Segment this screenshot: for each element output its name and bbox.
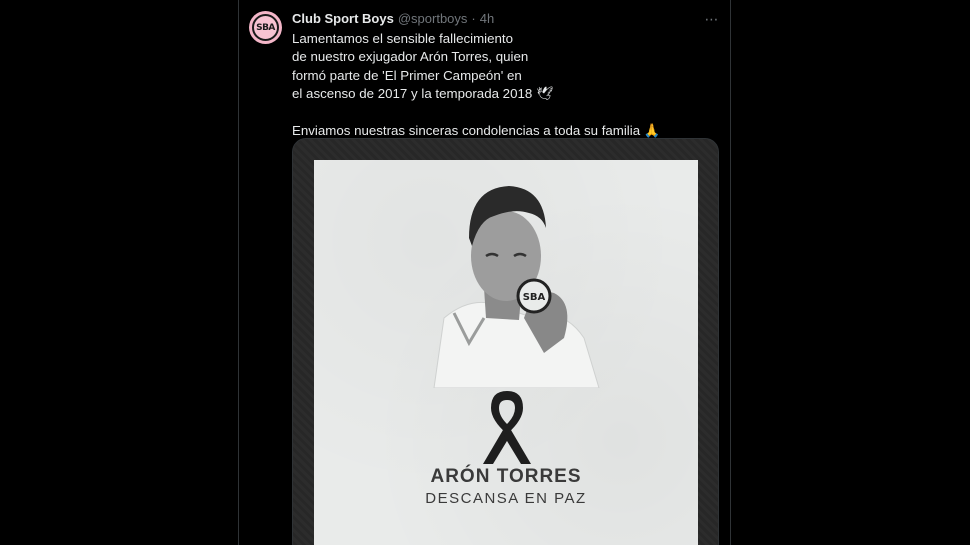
mourning-ribbon-icon	[483, 391, 531, 464]
tweet-text-line: el ascenso de 2017 y la temporada 2018 🕊	[292, 86, 553, 102]
avatar-logo: SBA	[252, 14, 279, 41]
memorial-poster: SBA ARÓN TORRES DESCANSA EN PAZ	[314, 160, 698, 545]
tweet-text-line: Lamentamos el sensible fallecimiento	[292, 31, 513, 46]
tweet-text-line: de nuestro exjugador Arón Torres, quien	[292, 49, 529, 65]
timestamp[interactable]: 4h	[480, 11, 494, 26]
rest-in-peace-caption: DESCANSA EN PAZ	[425, 490, 587, 507]
tweet[interactable]: SBA Club Sport Boys @sportboys · 4h ⋯ La…	[238, 0, 731, 545]
tweet-text: Lamentamos el sensible fallecimiento de …	[292, 30, 712, 140]
tweet-text-line: formó parte de 'El Primer Campeón' en	[292, 67, 522, 83]
ribbon-loop	[491, 391, 523, 434]
separator-dot: ·	[471, 11, 476, 26]
medal-badge-text: SBA	[523, 292, 546, 303]
tweet-header: Club Sport Boys @sportboys · 4h	[292, 11, 494, 26]
user-handle[interactable]: @sportboys	[398, 11, 468, 26]
paragraph-break	[292, 104, 712, 122]
display-name[interactable]: Club Sport Boys	[292, 11, 394, 26]
left-gutter	[0, 0, 238, 545]
deceased-name: ARÓN TORRES	[430, 466, 582, 487]
more-options-icon[interactable]: ⋯	[702, 9, 722, 29]
player-portrait: SBA	[433, 186, 600, 388]
right-gutter	[731, 0, 970, 545]
ribbon-tail-right	[504, 430, 531, 464]
tweet-media[interactable]: SBA ARÓN TORRES DESCANSA EN PAZ	[292, 138, 719, 545]
avatar[interactable]: SBA	[249, 11, 282, 44]
avatar-logo-text: SBA	[256, 22, 275, 33]
